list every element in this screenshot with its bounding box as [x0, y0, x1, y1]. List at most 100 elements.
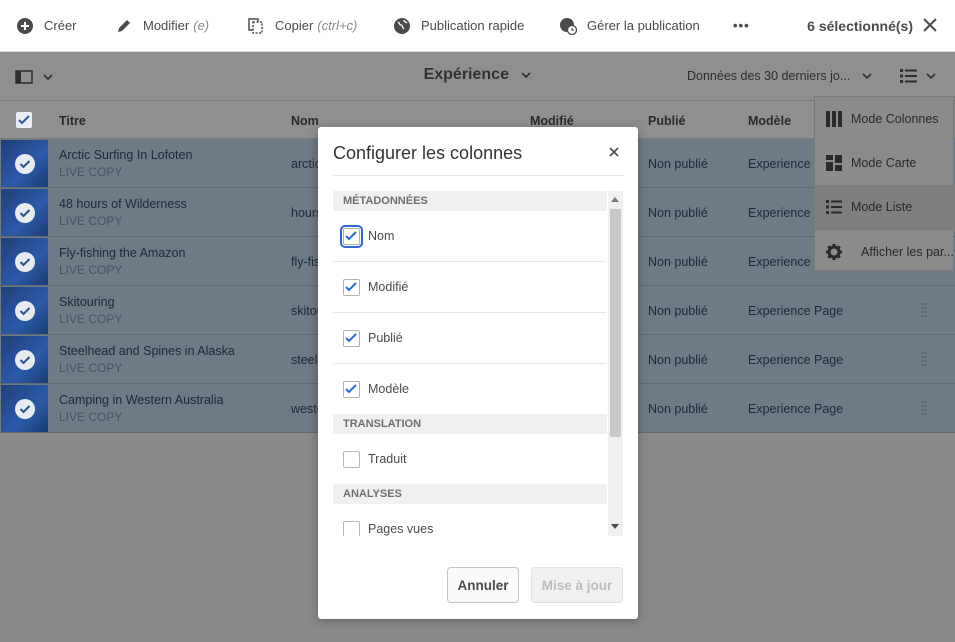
- row-template: Experience Page: [748, 353, 844, 367]
- more-actions-button[interactable]: •••: [733, 0, 750, 52]
- checkbox-page-views[interactable]: [343, 521, 360, 536]
- option-template[interactable]: Modèle: [333, 364, 606, 415]
- row-subtitle: LIVE COPY: [59, 410, 123, 424]
- drag-handle-icon[interactable]: [921, 351, 927, 367]
- row-published: Non publié: [648, 304, 708, 318]
- drag-handle-icon[interactable]: [921, 400, 927, 416]
- manage-publication-button[interactable]: Gérer la publication: [559, 0, 700, 52]
- option-page-views[interactable]: Pages vues: [333, 504, 606, 536]
- menu-item-view-settings[interactable]: Afficher les par...: [815, 229, 955, 273]
- column-name[interactable]: Nom: [291, 114, 319, 128]
- option-label: Modèle: [368, 382, 409, 396]
- row-name: arctic: [291, 157, 321, 171]
- menu-item-card-view[interactable]: Mode Carte: [815, 141, 955, 185]
- option-name[interactable]: Nom: [333, 211, 606, 262]
- row-title: Camping in Western Australia: [59, 393, 224, 407]
- column-modified[interactable]: Modifié: [530, 114, 574, 128]
- column-published[interactable]: Publié: [648, 114, 686, 128]
- view-switcher-button[interactable]: [900, 68, 936, 84]
- list-scrollbar[interactable]: [608, 191, 623, 536]
- list-view-icon: [900, 69, 917, 83]
- option-modified[interactable]: Modifié: [333, 262, 606, 313]
- checkmark-icon: [345, 231, 357, 241]
- menu-item-columns-view[interactable]: Mode Colonnes: [815, 97, 955, 141]
- card-view-icon: [826, 155, 842, 171]
- drag-handle-icon[interactable]: [921, 302, 927, 318]
- content-header: Expérience Données des 30 derniers jo...: [0, 52, 955, 101]
- close-icon[interactable]: [608, 146, 620, 158]
- checkmark-icon: [345, 282, 357, 292]
- select-all-checkbox[interactable]: [16, 112, 32, 128]
- option-translated[interactable]: Traduit: [333, 434, 606, 485]
- column-template[interactable]: Modèle: [748, 114, 791, 128]
- view-menu: Mode Colonnes Mode Carte Mode Liste Affi…: [814, 96, 955, 273]
- selected-check-icon: [15, 203, 35, 223]
- row-name: fly-fis: [291, 255, 321, 269]
- row-thumbnail[interactable]: [1, 238, 48, 285]
- column-options-list[interactable]: MÉTADONNÉES Nom Modifié Publié Modèle TR…: [333, 191, 623, 536]
- copy-label: Copier: [275, 18, 314, 33]
- dialog-divider: [333, 175, 624, 176]
- menu-item-list-view[interactable]: Mode Liste: [815, 185, 955, 229]
- scrollbar-thumb[interactable]: [610, 209, 621, 437]
- row-title: Fly-fishing the Amazon: [59, 246, 186, 260]
- scroll-up-arrow-icon[interactable]: [611, 197, 619, 202]
- row-subtitle: LIVE COPY: [59, 165, 123, 179]
- option-label: Traduit: [368, 452, 407, 466]
- scroll-down-arrow-icon[interactable]: [611, 524, 619, 529]
- row-subtitle: LIVE COPY: [59, 312, 123, 326]
- row-thumbnail[interactable]: [1, 189, 48, 236]
- row-title: Steelhead and Spines in Alaska: [59, 344, 235, 358]
- edit-button[interactable]: Modifier (e): [115, 0, 209, 52]
- date-range-select[interactable]: Données des 30 derniers jo...: [687, 69, 872, 83]
- quick-publish-label: Publication rapide: [421, 18, 525, 33]
- update-button[interactable]: Mise à jour: [531, 567, 623, 603]
- section-header-analytics: ANALYSES: [333, 484, 607, 504]
- row-template: Experience P: [748, 206, 823, 220]
- quick-publish-button[interactable]: Publication rapide: [393, 0, 524, 52]
- row-published: Non publié: [648, 255, 708, 269]
- selection-count: 6 sélectionné(s): [807, 18, 913, 34]
- globe-icon: [393, 17, 411, 35]
- checkbox-modified[interactable]: [343, 279, 360, 296]
- row-published: Non publié: [648, 157, 708, 171]
- globe-clock-icon: [559, 17, 577, 35]
- row-template: Experience P: [748, 157, 823, 171]
- row-thumbnail[interactable]: [1, 336, 48, 383]
- checkbox-translated[interactable]: [343, 451, 360, 468]
- selected-check-icon: [15, 399, 35, 419]
- chevron-down-icon: [926, 73, 936, 80]
- add-circle-icon: [16, 17, 34, 35]
- edit-shortcut: (e): [193, 18, 210, 33]
- gear-icon: [826, 243, 842, 260]
- row-title: Arctic Surfing In Lofoten: [59, 148, 193, 162]
- cancel-button[interactable]: Annuler: [447, 567, 519, 603]
- configure-columns-dialog: Configurer les colonnes MÉTADONNÉES Nom …: [318, 127, 638, 619]
- checkbox-name[interactable]: [340, 225, 363, 248]
- row-published: Non publié: [648, 402, 708, 416]
- option-label: Publié: [368, 331, 403, 345]
- row-name: steell: [291, 353, 321, 367]
- option-label: Modifié: [368, 280, 409, 294]
- checkmark-icon: [18, 115, 30, 125]
- row-template: Experience Page: [748, 304, 844, 318]
- create-button[interactable]: Créer: [16, 0, 77, 52]
- section-header-metadata: MÉTADONNÉES: [333, 191, 607, 211]
- row-template: Experience Page: [748, 402, 844, 416]
- menu-item-label: Mode Liste: [851, 200, 913, 214]
- option-published[interactable]: Publié: [333, 313, 606, 364]
- checkbox-published[interactable]: [343, 330, 360, 347]
- option-label: Nom: [368, 229, 395, 243]
- title-chevron-icon[interactable]: [521, 71, 531, 79]
- close-selection-icon[interactable]: [921, 16, 939, 34]
- column-title[interactable]: Titre: [59, 114, 86, 128]
- row-thumbnail[interactable]: [1, 385, 48, 432]
- edit-label: Modifier: [143, 18, 190, 33]
- row-thumbnail[interactable]: [1, 140, 48, 187]
- checkbox-template[interactable]: [343, 381, 360, 398]
- section-header-translation: TRANSLATION: [333, 414, 607, 434]
- row-thumbnail[interactable]: [1, 287, 48, 334]
- selected-check-icon: [15, 252, 35, 272]
- copy-button[interactable]: Copier (ctrl+c): [247, 0, 357, 52]
- list-view-icon: [826, 200, 842, 214]
